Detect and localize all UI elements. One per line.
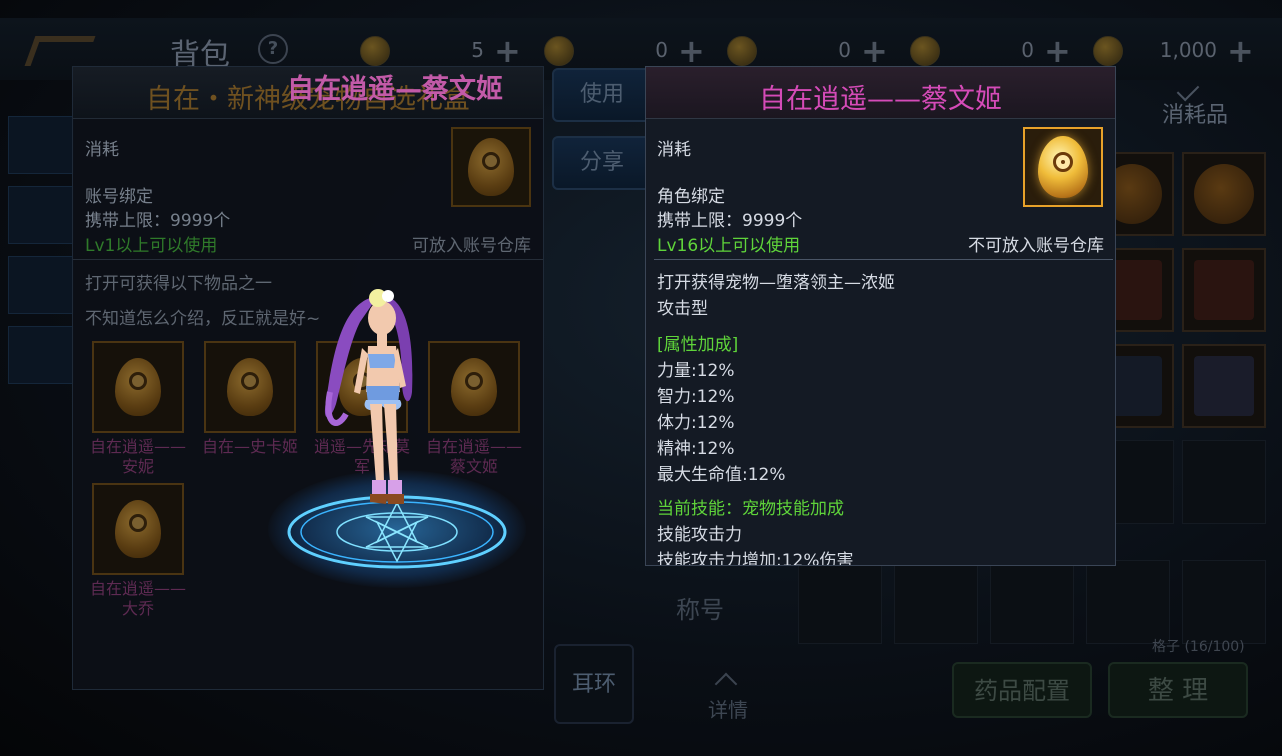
pet-character-model — [324, 289, 413, 504]
currency-amount: 0 — [1021, 38, 1034, 62]
inventory-slot[interactable] — [1182, 152, 1266, 236]
level-requirement: Lv1以上可以使用 — [85, 236, 218, 256]
capacity-text: 格子 (16/100) — [1152, 639, 1245, 655]
inventory-slot[interactable] — [1182, 344, 1266, 428]
carry-limit-text: 携带上限：9999个 — [85, 211, 231, 231]
tooltip-title-bar: 自在逍遥——蔡文姬 — [646, 67, 1115, 119]
attribute-intelligence: 智力:12% — [657, 387, 735, 407]
item-icon — [1023, 127, 1103, 207]
side-tab[interactable] — [8, 186, 74, 244]
inventory-slot[interactable] — [1182, 440, 1266, 524]
title-button[interactable]: 称号 — [676, 590, 724, 625]
inventory-slot[interactable] — [1182, 248, 1266, 332]
pet-egg-icon — [1038, 136, 1088, 198]
voucher-icon — [910, 36, 940, 66]
skill-name: 技能攻击力 — [657, 525, 742, 545]
attribute-max-hp: 最大生命值:12% — [657, 465, 786, 485]
binding-text: 账号绑定 — [85, 187, 153, 207]
item-overlay-title: 自在逍遥—蔡文姬 — [287, 74, 503, 105]
item-type: 消耗 — [657, 140, 691, 160]
reward-slot[interactable] — [92, 483, 184, 575]
attribute-vitality: 体力:12% — [657, 413, 735, 433]
level-requirement: Lv16以上可以使用 — [657, 236, 801, 256]
sort-button[interactable]: 整 理 — [1108, 662, 1248, 718]
earring-button[interactable]: 耳环 — [554, 644, 634, 724]
attribute-spirit: 精神:12% — [657, 439, 735, 459]
storage-text: 不可放入账号仓库 — [968, 236, 1104, 256]
pet-egg-icon — [451, 358, 497, 416]
inventory-slot[interactable] — [1182, 560, 1266, 644]
reward-slot[interactable] — [204, 341, 296, 433]
reward-slot[interactable] — [92, 341, 184, 433]
pet-egg-icon — [115, 358, 161, 416]
open-result: 打开获得宠物—堕落领主—浓姬 — [657, 273, 895, 293]
side-tab[interactable] — [8, 116, 74, 174]
open-description: 打开可获得以下物品之一 — [85, 274, 272, 294]
add-currency-button[interactable]: + — [1227, 32, 1254, 70]
carry-limit-text: 携带上限：9999个 — [657, 211, 803, 231]
medal-icon — [727, 36, 757, 66]
currency-amount: 0 — [655, 38, 668, 62]
gift-box-tooltip: 自在・新神级宠物自选礼盒 自在逍遥—蔡文姬 消耗 账号绑定 携带上限：9999个… — [72, 66, 544, 690]
inventory-slot[interactable] — [798, 560, 882, 644]
attribute-header: [属性加成] — [657, 335, 739, 355]
share-button[interactable]: 分享 — [552, 136, 652, 190]
inventory-slot[interactable] — [1086, 560, 1170, 644]
pet-egg-icon — [227, 358, 273, 416]
currency-amount: 5 — [471, 38, 484, 62]
side-tab[interactable] — [8, 256, 74, 314]
add-currency-button[interactable]: + — [678, 32, 705, 70]
reward-name: 自在逍遥——大乔 — [89, 579, 186, 618]
attribute-strength: 力量:12% — [657, 361, 735, 381]
pet-egg-icon — [468, 138, 514, 196]
currency-amount: 0 — [838, 38, 851, 62]
divider — [654, 259, 1113, 260]
currency-amount: 1,000 — [1159, 38, 1217, 62]
inventory-slot[interactable] — [894, 560, 978, 644]
storage-text: 可放入账号仓库 — [412, 236, 531, 256]
reward-name: 自在—史卡姬 — [201, 437, 298, 456]
add-currency-button[interactable]: + — [1044, 32, 1071, 70]
item-title: 自在逍遥——蔡文姬 — [759, 84, 1002, 115]
help-icon[interactable]: ? — [258, 34, 288, 64]
attack-type: 攻击型 — [657, 299, 708, 319]
add-currency-button[interactable]: + — [861, 32, 888, 70]
flavor-text: 不知道怎么介绍，反正就是好~ — [85, 309, 321, 329]
reward-name: 自在逍遥——安妮 — [89, 437, 186, 476]
coin-icon — [1093, 36, 1123, 66]
back-arrow-icon[interactable] — [24, 36, 96, 66]
skill-description: 技能攻击力增加:12%伤害 — [657, 551, 854, 566]
divider — [73, 259, 543, 260]
item-type: 消耗 — [85, 140, 119, 160]
gold-ingot-icon — [360, 36, 390, 66]
gem-icon — [544, 36, 574, 66]
potion-config-button[interactable]: 药品配置 — [952, 662, 1092, 718]
add-currency-button[interactable]: + — [494, 32, 521, 70]
inventory-slot[interactable] — [990, 560, 1074, 644]
use-button[interactable]: 使用 — [552, 68, 652, 122]
pet-egg-tooltip: 自在逍遥——蔡文姬 消耗 角色绑定 携带上限：9999个 Lv16以上可以使用 … — [645, 66, 1116, 566]
side-tab[interactable] — [8, 326, 74, 384]
tooltip-title-bar: 自在・新神级宠物自选礼盒 自在逍遥—蔡文姬 — [73, 67, 543, 119]
binding-text: 角色绑定 — [657, 187, 725, 207]
tab-consumables[interactable]: 消耗品 — [1120, 84, 1270, 134]
pet-egg-icon — [115, 500, 161, 558]
reward-slot[interactable] — [428, 341, 520, 433]
skill-header: 当前技能：宠物技能加成 — [657, 499, 844, 519]
details-button[interactable]: 详情 — [708, 694, 748, 723]
item-icon — [451, 127, 531, 207]
